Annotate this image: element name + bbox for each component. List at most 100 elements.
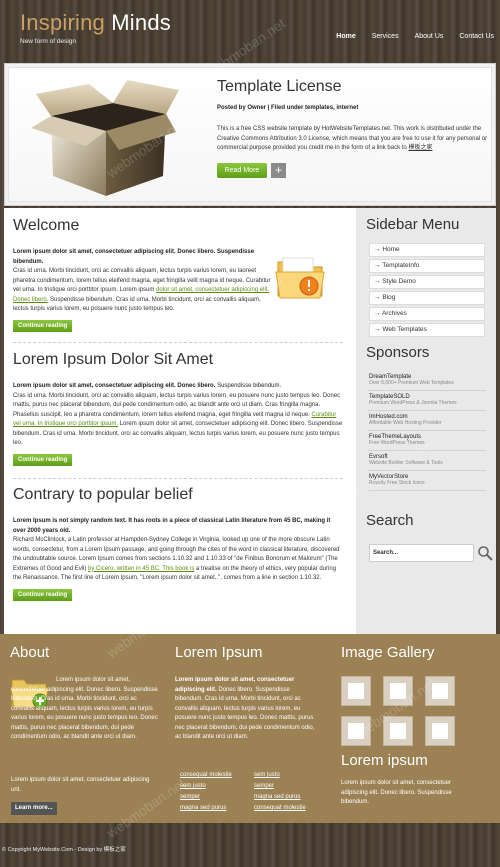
sidebar-item-label: Archives [381, 310, 407, 317]
footer-links-col1: consequat molestie sem justo semper magn… [180, 770, 232, 814]
sponsors-list: DreamTemplate Over 6,000+ Premium Web Tem… [368, 371, 486, 491]
sidebar-item-label: Blog [382, 294, 396, 301]
sidebar-item-home[interactable]: → Home [369, 243, 485, 257]
footer-about-text: Lorem ipsum dolor sit amet, consectetuer… [11, 677, 158, 740]
sponsor-item[interactable]: DreamTemplate Over 6,000+ Premium Web Tem… [368, 371, 486, 391]
post-lead: Lorem Ipsum is not simply random text. I… [13, 518, 331, 534]
footer-lorem2-text: Lorem ipsum dolor sit amet, consectetuer… [341, 780, 452, 805]
post-lorem: Lorem Ipsum Dolor Sit Amet Lorem ipsum d… [13, 350, 343, 466]
learn-more-button[interactable]: Learn more... [11, 802, 57, 815]
feature-link[interactable]: 模板之家 [408, 145, 432, 151]
tagline: New form of design [20, 38, 76, 45]
search-input[interactable]: Search... [369, 544, 474, 562]
footer-about-title: About [10, 644, 50, 661]
sponsor-desc: Affordable Web Hosting Provider [369, 420, 442, 426]
footer-lorem-title: Lorem Ipsum [175, 644, 263, 661]
search-title: Search [366, 512, 414, 529]
post-lead: Lorem ipsum dolor sit amet, consectetuer… [13, 249, 255, 265]
sponsor-desc: Free WordPress Themes [369, 440, 425, 446]
continue-reading-button[interactable]: Continue reading [13, 453, 73, 466]
feature-title: Template License [217, 78, 342, 95]
nav-about[interactable]: About Us [415, 33, 444, 40]
post-link[interactable]: by Cicero, written in 45 BC. This book i… [88, 566, 194, 572]
sidebar-item-templateinfo[interactable]: → TemplateInfo [369, 259, 485, 273]
read-more-button[interactable]: Read More [217, 163, 267, 178]
footer-link[interactable]: semper [254, 781, 306, 792]
search-icon[interactable] [477, 545, 493, 561]
copyright: © Copyright MyWebsite.Com - Design by 模板… [2, 847, 126, 853]
folder-warning-icon [275, 257, 325, 299]
gallery-thumb[interactable] [341, 716, 371, 746]
logo-part2: Minds [111, 10, 171, 35]
open-box-illustration [31, 80, 179, 196]
gallery-thumb[interactable] [425, 676, 455, 706]
nav-contact[interactable]: Contact Us [459, 33, 494, 40]
post-title[interactable]: Contrary to popular belief [13, 485, 343, 505]
sidebar-item-archives[interactable]: → Archives [369, 307, 485, 321]
sponsor-item[interactable]: ImHosted.com Affordable Web Hosting Provi… [368, 411, 486, 431]
footer-link[interactable]: sem justo [254, 770, 306, 781]
post-lead: Lorem ipsum dolor sit amet, consectetuer… [13, 382, 343, 392]
main-nav: Home Services About Us Contact Us [336, 33, 494, 40]
footer-link[interactable]: consequat molestie [180, 770, 232, 781]
footer-link[interactable]: sem justo [180, 781, 232, 792]
continue-reading-button[interactable]: Continue reading [13, 319, 73, 332]
sidebar-item-label: Home [382, 246, 400, 253]
feature-inner: Template License Posted by Owner | Filed… [8, 67, 492, 202]
gallery-thumb[interactable] [425, 716, 455, 746]
feature-text: This is a free CSS website template by H… [217, 125, 493, 154]
post-title[interactable]: Welcome [13, 216, 343, 236]
feature-meta: Posted by Owner | Filed under templates,… [217, 105, 359, 111]
sponsor-desc: Website Builder Software & Tools [369, 460, 443, 466]
footer-link[interactable]: magna sed purus [254, 792, 306, 803]
post-title[interactable]: Lorem Ipsum Dolor Sit Amet [13, 350, 343, 370]
post-contrary: Contrary to popular belief Lorem Ipsum i… [13, 485, 343, 601]
post-text: Cras id urna. Morbi tincidunt, orci ac c… [13, 392, 341, 418]
main-column: Welcome Lorem ipsum dolor sit amet, cons… [4, 208, 352, 634]
gallery-thumb[interactable] [383, 676, 413, 706]
sidebar-item-style-demo[interactable]: → Style Demo [369, 275, 485, 289]
post-lead-tail: Suspendisse bibendum. [217, 383, 282, 389]
sponsor-item[interactable]: TemplateSOLD Premium WordPress & Joomla T… [368, 391, 486, 411]
gallery-thumb[interactable] [383, 716, 413, 746]
footer-gallery-title: Image Gallery [341, 644, 435, 661]
sidebar-item-label: TemplateInfo [382, 262, 420, 269]
header: Inspiring Minds New form of design Home … [0, 0, 500, 60]
site-logo[interactable]: Inspiring Minds [20, 10, 171, 36]
footer-lorem-text: Lorem ipsum dolor sit amet, consectetuer… [175, 676, 315, 743]
sponsor-item[interactable]: Evrsoft Website Builder Software & Tools [368, 451, 486, 471]
sidebar-menu: → Home → TemplateInfo → Style Demo → Blo… [369, 243, 485, 339]
nav-services[interactable]: Services [372, 33, 399, 40]
sponsor-desc: Premium WordPress & Joomla Themes [369, 400, 457, 406]
post-body: Cras id urna. Morbi tincidunt, orci ac c… [13, 267, 273, 315]
feature-panel: Template License Posted by Owner | Filed… [4, 63, 496, 206]
feature-body: This is a free CSS website template by H… [217, 126, 488, 151]
post-text: Suspendisse bibendum. Cras id urna. Morb… [13, 296, 261, 313]
gallery-thumb[interactable] [341, 676, 371, 706]
post-body: Richard McClintock, a Latin professor at… [13, 536, 343, 584]
footer-link[interactable]: consequat molestie [254, 803, 306, 814]
bottom-bar: © Copyright MyWebsite.Com - Design by 模板… [0, 823, 500, 867]
sponsor-item[interactable]: FreeThemeLayouts Free WordPress Themes [368, 431, 486, 451]
sidebar-item-web-templates[interactable]: → Web Templates [369, 323, 485, 337]
logo-part1: Inspiring [20, 10, 105, 35]
sponsor-item[interactable]: MyVectorStore Royalty Free Stock Icons [368, 471, 486, 491]
footer-link[interactable]: magna sed purus [180, 803, 232, 814]
post-lead-bold: Lorem ipsum dolor sit amet, consectetuer… [13, 383, 216, 389]
sidebar-item-label: Web Templates [382, 326, 427, 333]
post-separator [13, 342, 343, 343]
plus-button[interactable]: + [271, 163, 286, 178]
footer-lorem-body: Donec libero. Suspendisse bibendum. Cras… [175, 686, 315, 741]
footer-links-col2: sem justo semper magna sed purus consequ… [254, 770, 306, 814]
nav-home[interactable]: Home [336, 33, 355, 40]
continue-reading-button[interactable]: Continue reading [13, 588, 73, 601]
sidebar-item-label: Style Demo [382, 278, 416, 285]
footer-link[interactable]: semper [180, 792, 232, 803]
sponsors-title: Sponsors [366, 344, 430, 361]
post-body: Cras id urna. Morbi tincidunt, orci ac c… [13, 392, 343, 449]
content-area: Welcome Lorem ipsum dolor sit amet, cons… [4, 208, 496, 634]
footer-about-text2: Lorem ipsum dolor sit amet, consectetuer… [11, 777, 150, 793]
sponsor-desc: Over 6,000+ Premium Web Templates [369, 380, 454, 386]
sidebar-item-blog[interactable]: → Blog [369, 291, 485, 305]
sidebar-menu-title: Sidebar Menu [366, 216, 460, 233]
